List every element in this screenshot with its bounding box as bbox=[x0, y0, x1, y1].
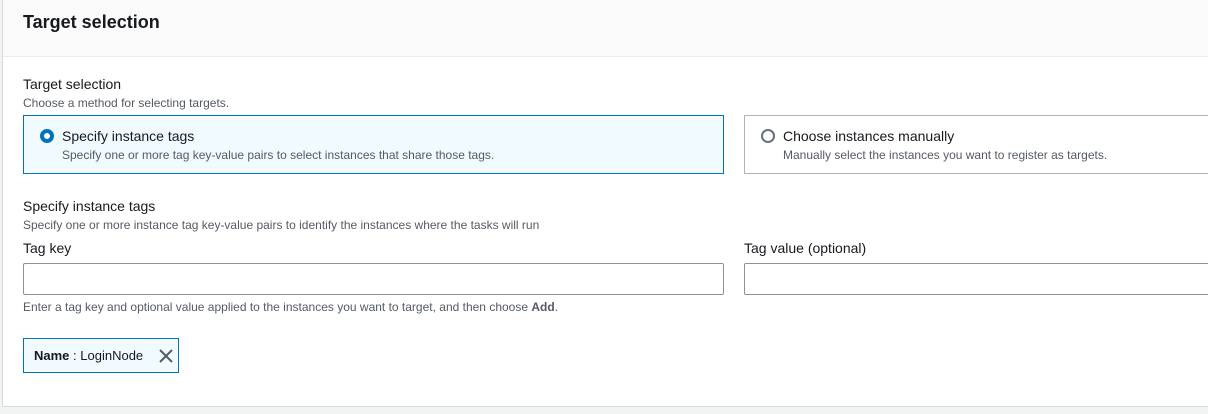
token-text: Name : LoginNode bbox=[34, 348, 143, 363]
tile-label: Choose instances manually bbox=[783, 128, 955, 144]
target-selection-panel: Target selection Target selection Choose… bbox=[2, 0, 1208, 407]
tag-hint-add: Add bbox=[531, 300, 555, 314]
instance-tags-label: Specify instance tags bbox=[23, 198, 156, 214]
panel-header: Target selection bbox=[3, 0, 1208, 57]
tag-hint: Enter a tag key and optional value appli… bbox=[23, 300, 558, 314]
token-separator: : bbox=[69, 348, 81, 363]
tag-value-label: Tag value (optional) bbox=[744, 240, 867, 256]
target-selection-label: Target selection bbox=[23, 76, 122, 92]
tile-description: Specify one or more tag key-value pairs … bbox=[62, 148, 495, 162]
panel-title: Target selection bbox=[23, 12, 160, 32]
tag-value-input[interactable] bbox=[744, 263, 1208, 295]
radio-specify-instance-tags[interactable] bbox=[40, 129, 54, 143]
tag-hint-text: Enter a tag key and optional value appli… bbox=[23, 300, 532, 314]
tile-description: Manually select the instances you want t… bbox=[783, 148, 1108, 162]
close-icon[interactable] bbox=[158, 348, 174, 364]
tag-hint-suffix: . bbox=[554, 300, 559, 314]
token-value: LoginNode bbox=[80, 348, 144, 363]
tag-key-input[interactable] bbox=[23, 263, 724, 295]
tile-choose-instances-manually[interactable]: Choose instances manually Manually selec… bbox=[744, 115, 1208, 174]
radio-choose-instances-manually[interactable] bbox=[761, 129, 775, 143]
tile-label: Specify instance tags bbox=[62, 128, 195, 144]
target-selection-description: Choose a method for selecting targets. bbox=[23, 96, 230, 110]
instance-tags-description: Specify one or more instance tag key-val… bbox=[23, 218, 540, 232]
tag-token: Name : LoginNode bbox=[23, 338, 179, 373]
tile-specify-instance-tags[interactable]: Specify instance tags Specify one or mor… bbox=[23, 115, 724, 174]
tag-key-label: Tag key bbox=[23, 240, 72, 256]
token-key: Name bbox=[34, 348, 70, 363]
